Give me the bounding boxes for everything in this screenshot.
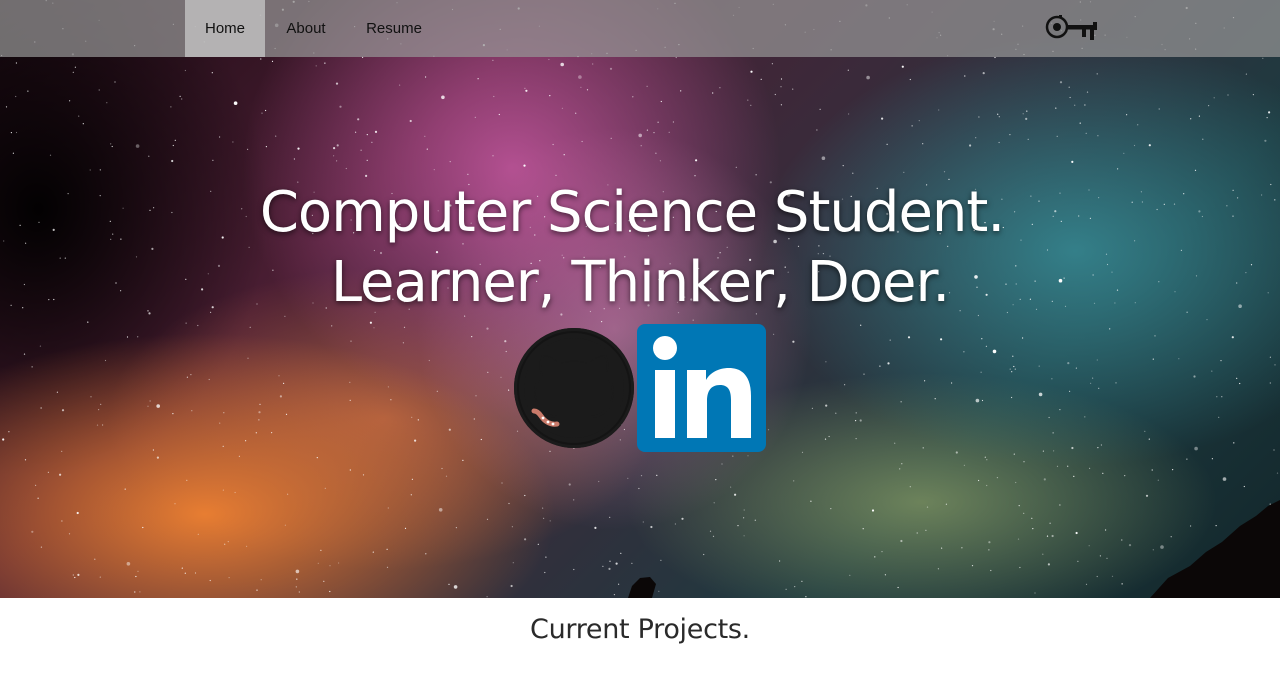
nav-item-resume[interactable]: Resume <box>356 0 432 57</box>
hero-headline-line2: Learner, Thinker, Doer. <box>330 250 950 315</box>
nav-item-home[interactable]: Home <box>185 0 265 57</box>
current-projects-heading: Current Projects. <box>530 614 750 645</box>
nav-item-about[interactable]: About <box>272 0 340 57</box>
top-navbar: Home About Resume <box>0 0 1280 57</box>
hero-banner: Computer Science Student. Learner, Think… <box>0 0 1280 598</box>
site-logo[interactable] <box>1044 8 1100 46</box>
linkedin-icon <box>637 324 766 452</box>
hero-headline-line1: Computer Science Student. <box>259 180 1005 245</box>
github-link[interactable] <box>513 328 635 448</box>
key-icon <box>1045 15 1097 40</box>
github-icon <box>514 328 634 448</box>
linkedin-link[interactable] <box>637 324 766 452</box>
